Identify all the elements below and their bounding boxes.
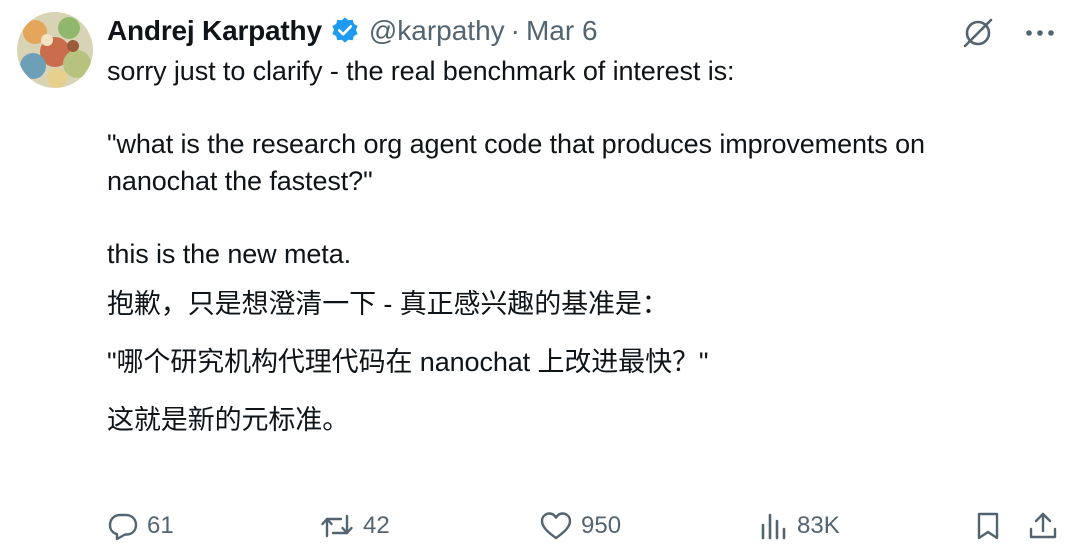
author-handle[interactable]: @karpathy xyxy=(369,15,505,47)
bookmark-icon xyxy=(977,512,999,540)
bookmark-button[interactable] xyxy=(973,510,1003,542)
more-icon[interactable] xyxy=(1020,13,1060,53)
post-body: sorry just to clarify - the real benchma… xyxy=(107,53,1007,439)
views-icon xyxy=(761,513,786,540)
like-count: 950 xyxy=(581,512,622,539)
post-header: Andrej Karpathy @karpathy · Mar 6 xyxy=(107,13,598,49)
share-icon xyxy=(1029,512,1057,539)
share-button[interactable] xyxy=(1027,510,1059,542)
translation-line-1: 抱歉，只是想澄清一下 - 真正感兴趣的基准是： xyxy=(107,289,669,319)
post-date[interactable]: Mar 6 xyxy=(526,15,598,47)
author-name[interactable]: Andrej Karpathy xyxy=(107,15,322,47)
views-button[interactable]: 83K xyxy=(759,510,840,542)
post-line-1: sorry just to clarify - the real benchma… xyxy=(107,56,735,86)
repost-count: 42 xyxy=(363,512,390,539)
action-bar: 61 42 950 83K xyxy=(107,510,1062,550)
post-line-2: "what is the research org agent code tha… xyxy=(107,129,925,196)
repost-button[interactable]: 42 xyxy=(319,510,390,542)
verified-badge-icon xyxy=(330,16,360,46)
heart-icon xyxy=(540,512,572,540)
translation-line-3: 这就是新的元标准。 xyxy=(107,405,350,435)
translation-line-2: "哪个研究机构代理代码在 nanochat 上改进最快？" xyxy=(107,347,709,377)
avatar[interactable] xyxy=(17,12,93,88)
reply-button[interactable]: 61 xyxy=(107,510,174,542)
reply-icon xyxy=(108,513,138,541)
post-line-3: this is the new meta. xyxy=(107,239,352,269)
grok-icon[interactable] xyxy=(958,13,998,53)
repost-icon xyxy=(321,514,353,538)
views-count: 83K xyxy=(797,512,840,539)
header-separator: · xyxy=(510,15,520,46)
top-icons xyxy=(958,13,1060,53)
reply-count: 61 xyxy=(147,512,174,539)
like-button[interactable]: 950 xyxy=(539,510,621,542)
